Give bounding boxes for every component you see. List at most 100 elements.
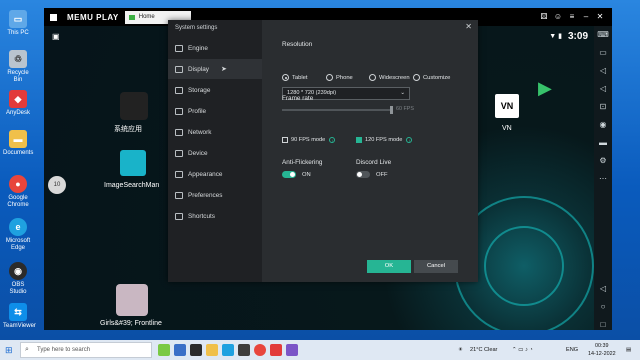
crop-icon[interactable]: ⊡ [594, 98, 612, 116]
anti-flicker-toggle[interactable]: ON [282, 171, 311, 178]
minimize-icon[interactable]: – [580, 8, 592, 26]
more-icon[interactable]: ⋯ [594, 170, 612, 188]
language-indicator[interactable]: ENG [566, 340, 578, 360]
ok-button[interactable]: OK [367, 260, 411, 273]
android-home-icon[interactable]: ▣ [52, 32, 60, 41]
discord-toggle[interactable]: OFF [356, 171, 388, 178]
toggle-state: OFF [376, 171, 388, 178]
home-nav-icon[interactable]: ○ [594, 298, 612, 316]
anydesk-taskbar-icon[interactable] [270, 344, 282, 356]
desktop-icon-this-pc[interactable]: ▭ This PC [3, 10, 33, 37]
frame-rate-value: 60 FPS [396, 106, 414, 112]
sidebar-item-label: Display [188, 65, 209, 73]
right-toolbar: ⌨ ▭ ◁ ◁ ⊡ ◉ ▬ ⚙ ⋯ ◁ ○ □ [594, 26, 612, 330]
chrome-taskbar-icon[interactable] [254, 344, 266, 356]
back-icon[interactable]: ◁ [594, 280, 612, 298]
desktop-icon-obs[interactable]: ◉ OBS Studio [3, 262, 33, 296]
checkbox-checked-icon [356, 137, 362, 143]
folder-icon: ▬ [9, 130, 27, 148]
tab-label: Home [138, 14, 155, 20]
app-label: 系统应用 [114, 126, 142, 133]
desktop-icon-teamviewer[interactable]: ⇆ TeamViewer [3, 303, 36, 330]
menu-icon[interactable]: ≡ [566, 8, 578, 26]
desktop-icon-edge[interactable]: e Microsoft Edge [3, 218, 33, 252]
desktop-icon-documents[interactable]: ▬ Documents [3, 130, 33, 157]
sidebar-item-network[interactable]: Network [168, 122, 262, 142]
appearance-icon [175, 170, 183, 178]
clock[interactable]: 00:39 14-12-2022 [588, 342, 616, 358]
location-icon[interactable]: ◉ [594, 116, 612, 134]
windows-start-icon[interactable]: ⊞ [5, 345, 13, 356]
folder-icon[interactable]: ▬ [594, 134, 612, 152]
cancel-button[interactable]: Cancel [414, 260, 458, 273]
radio-unchecked-icon [326, 74, 333, 81]
task-view-icon[interactable] [174, 344, 186, 356]
edge-taskbar-icon[interactable] [222, 344, 234, 356]
girls-frontline-icon[interactable] [116, 284, 148, 316]
weather-icon[interactable]: ☀ [458, 340, 463, 360]
fps90-checkbox[interactable]: 90 FPS mode i [282, 137, 336, 143]
volume-down-icon[interactable]: ◁ [594, 80, 612, 98]
shortcuts-icon [175, 212, 183, 220]
info-icon[interactable]: i [406, 137, 413, 143]
search-icon: ⌕ [25, 346, 29, 353]
play-store-icon[interactable]: ▶ [538, 78, 552, 99]
cortana-icon[interactable] [158, 344, 170, 356]
taskbar-search[interactable]: ⌕ Type here to search [20, 342, 152, 358]
clock-time: 00:39 [595, 343, 609, 349]
radio-checked-icon [282, 74, 289, 81]
sidebar-item-label: Device [188, 149, 208, 157]
memu-taskbar-icon[interactable] [286, 344, 298, 356]
sidebar-item-device[interactable]: Device [168, 143, 262, 163]
sidebar-item-label: Appearance [188, 170, 223, 178]
display-icon [175, 65, 183, 73]
radio-tablet[interactable]: Tablet [282, 74, 307, 81]
vn-icon[interactable]: VN [495, 94, 519, 118]
taskbar: ⊞ ⌕ Type here to search ☀ 21°C Clear ⌃ ▭… [0, 340, 640, 360]
sidebar-item-storage[interactable]: Storage [168, 80, 262, 100]
frame-rate-slider[interactable] [282, 109, 392, 111]
sidebar-item-preferences[interactable]: Preferences [168, 185, 262, 205]
radio-customize[interactable]: Customize [413, 74, 450, 81]
app-icon[interactable] [238, 344, 250, 356]
close-icon[interactable]: ✕ [594, 8, 606, 26]
sidebar-item-appearance[interactable]: Appearance [168, 164, 262, 184]
radio-phone[interactable]: Phone [326, 74, 353, 81]
screen-icon[interactable]: ▭ [594, 44, 612, 62]
dialog-close-icon[interactable]: ✕ [465, 22, 472, 31]
weather-text[interactable]: 21°C Clear [470, 340, 497, 360]
home-icon [128, 14, 135, 20]
tray-icons[interactable]: ⌃ ▭ ♪ ◔ [512, 340, 533, 360]
desktop-icon-chrome[interactable]: ● Google Chrome [3, 175, 33, 209]
notification-icon[interactable]: ▤ [626, 340, 631, 360]
recents-icon[interactable]: □ [594, 316, 612, 330]
radio-label: Customize [423, 74, 451, 81]
sidebar-item-label: Network [188, 128, 212, 136]
file-explorer-icon[interactable] [206, 344, 218, 356]
fps120-checkbox[interactable]: 120 FPS mode i [356, 137, 413, 143]
chrome-icon: ● [9, 175, 27, 193]
sidebar-item-display[interactable]: Display ➤ [168, 59, 262, 79]
system-apps-icon[interactable] [120, 92, 148, 120]
memu-logo: MEMU PLAY [67, 12, 119, 22]
app-icon[interactable] [190, 344, 202, 356]
sidebar-item-engine[interactable]: Engine [168, 38, 262, 58]
recycle-bin-icon: ♲ [9, 50, 27, 68]
sidebar-item-shortcuts[interactable]: Shortcuts [168, 206, 262, 226]
frame-rate-slider-handle[interactable] [390, 106, 393, 114]
profile-icon [175, 107, 183, 115]
keyboard-icon[interactable]: ⌨ [594, 26, 612, 44]
resolution-label: Resolution [282, 41, 313, 48]
user-icon[interactable]: ☺ [552, 8, 564, 26]
storage-icon [175, 86, 183, 94]
desktop-icon-label: Google Chrome [7, 195, 29, 208]
desktop-icon-recycle-bin[interactable]: ♲ Recycle Bin [3, 50, 33, 84]
desktop-icon-anydesk[interactable]: ◆ AnyDesk [3, 90, 33, 117]
radio-widescreen[interactable]: Widescreen [369, 74, 410, 81]
sidebar-item-profile[interactable]: Profile [168, 101, 262, 121]
gamepad-icon[interactable]: ⚄ [538, 8, 550, 26]
image-search-icon[interactable] [120, 150, 146, 176]
volume-up-icon[interactable]: ◁ [594, 62, 612, 80]
info-icon[interactable]: i [329, 137, 336, 143]
settings-icon[interactable]: ⚙ [594, 152, 612, 170]
